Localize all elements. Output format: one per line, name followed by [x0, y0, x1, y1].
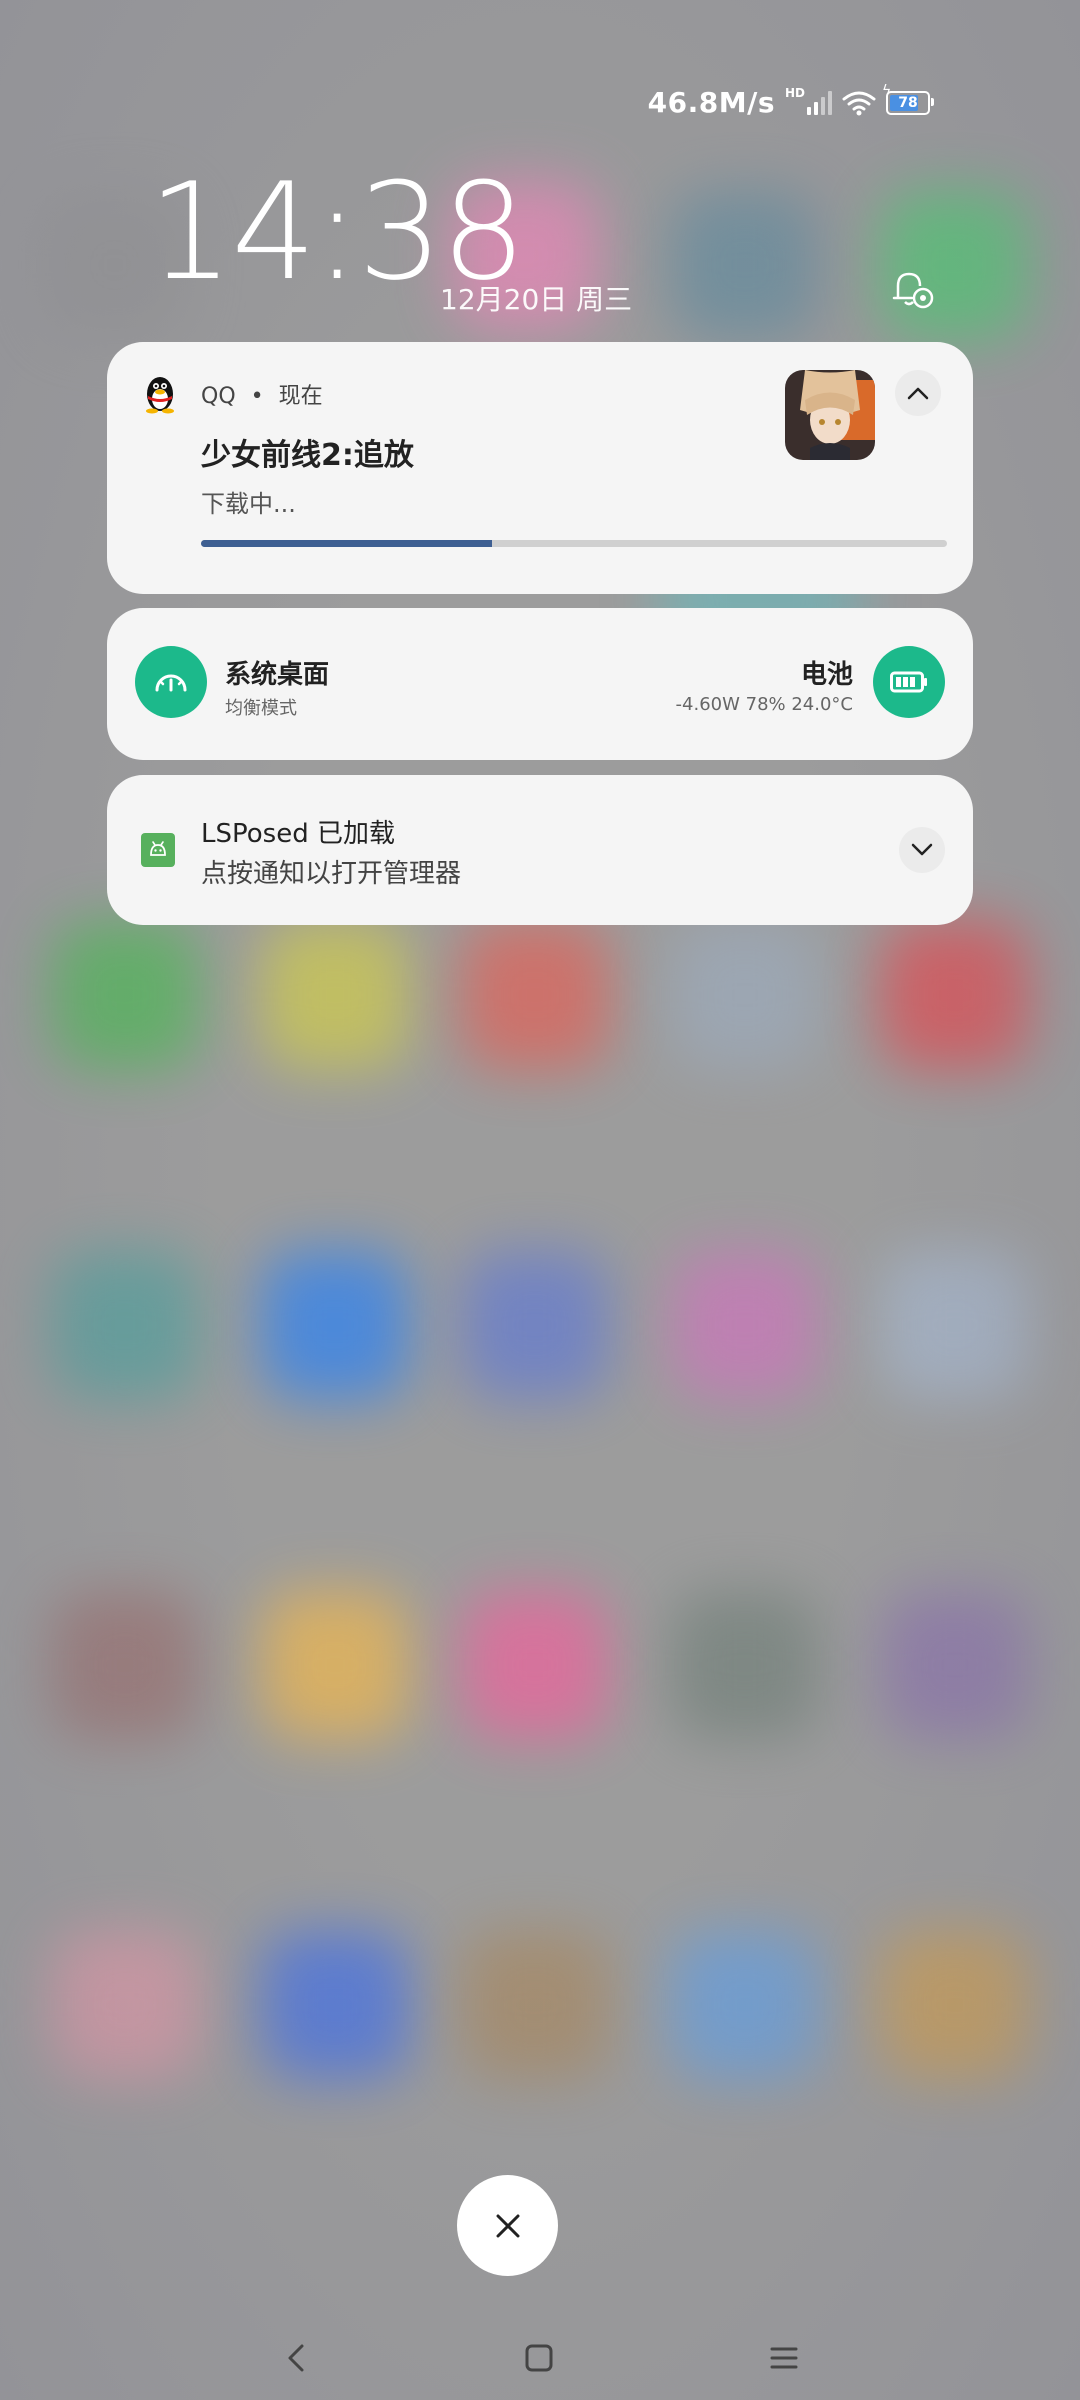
battery-stats: -4.60W 78% 24.0°C: [675, 694, 853, 715]
clear-all-notifications-button[interactable]: [457, 2175, 558, 2276]
battery-title: 电池: [800, 660, 853, 690]
back-button[interactable]: [276, 2338, 316, 2378]
home-icon: [525, 2344, 553, 2372]
notification-time: 现在: [278, 384, 323, 409]
menu-icon: [770, 2347, 798, 2369]
status-bar: 46.8M/s HD ϟ 78: [647, 83, 934, 119]
chevron-down-icon: [911, 843, 933, 856]
close-icon: [496, 2214, 519, 2237]
collapse-button[interactable]: [895, 370, 941, 416]
battery-level: 78: [898, 94, 918, 111]
performance-mode-button[interactable]: [135, 646, 207, 718]
notification-title: LSPosed 已加载: [201, 819, 395, 849]
signal-icon: [807, 90, 832, 115]
notification-subtitle: 下载中...: [201, 490, 296, 518]
qq-download-notification[interactable]: QQ • 现在 少女前线2:追放 下载中...: [107, 342, 973, 594]
lockscreen-date: 12月20日 周三: [440, 283, 633, 316]
notification-settings-icon[interactable]: [888, 264, 938, 314]
qq-penguin-icon: [146, 377, 174, 414]
recents-button[interactable]: [764, 2338, 804, 2378]
chevron-up-icon: [907, 387, 929, 400]
battery-button[interactable]: [873, 646, 945, 718]
navigation-bar: [0, 2330, 1080, 2382]
notification-header: QQ • 现在: [201, 378, 323, 410]
battery-icon: [890, 671, 927, 693]
lsposed-android-icon: [141, 833, 175, 867]
back-icon: [288, 2344, 304, 2372]
notification-title: 少女前线2:追放: [201, 438, 414, 473]
lsposed-notification[interactable]: LSPosed 已加载 点按通知以打开管理器: [107, 775, 973, 925]
wifi-icon: [842, 91, 876, 115]
expand-button[interactable]: [899, 827, 945, 873]
app-mode-subtitle: 均衡模式: [225, 698, 297, 719]
app-name: QQ: [201, 384, 236, 409]
home-button[interactable]: [519, 2338, 559, 2378]
app-mode-title: 系统桌面: [225, 660, 330, 690]
download-progress-fill: [201, 540, 492, 547]
download-progress-bar: [201, 540, 947, 547]
network-speed: 46.8M/s: [647, 86, 775, 119]
header-separator: •: [250, 384, 264, 409]
speedometer-icon: [155, 674, 187, 692]
hd-badge: HD: [784, 85, 805, 100]
notification-subtitle: 点按通知以打开管理器: [201, 859, 462, 889]
battery-status-notification[interactable]: 系统桌面 均衡模式 电池 -4.60W 78% 24.0°C: [107, 608, 973, 760]
battery-charging-icon: ϟ 78: [882, 83, 934, 115]
game-thumbnail-image: [785, 370, 875, 460]
